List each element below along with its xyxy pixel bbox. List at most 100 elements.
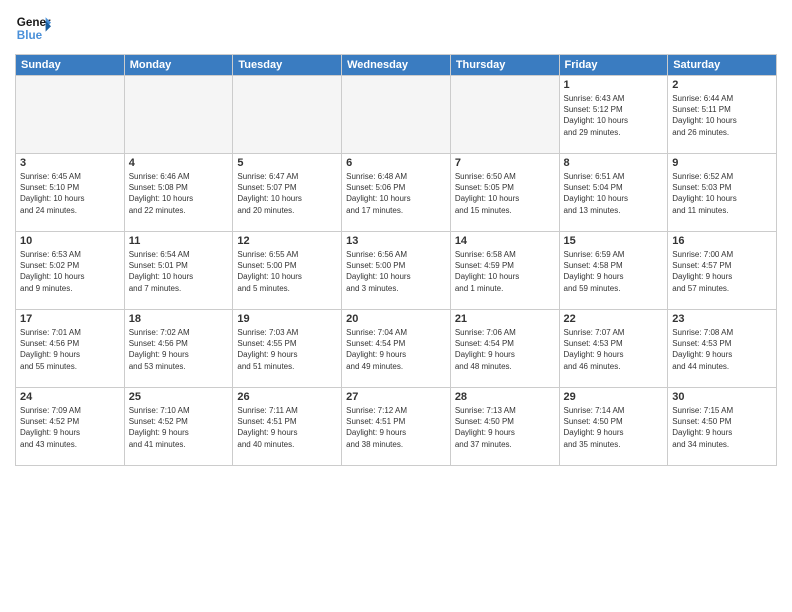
day-number: 22 xyxy=(564,313,664,325)
calendar-cell: 28 Sunrise: 7:13 AM Sunset: 4:50 PM Dayli… xyxy=(450,388,559,466)
day-number: 2 xyxy=(672,79,772,91)
day-number: 18 xyxy=(129,313,229,325)
calendar-cell xyxy=(124,76,233,154)
day-info: Sunrise: 7:01 AM Sunset: 4:56 PM Dayligh… xyxy=(20,327,120,372)
day-number: 21 xyxy=(455,313,555,325)
day-info: Sunrise: 7:07 AM Sunset: 4:53 PM Dayligh… xyxy=(564,327,664,372)
calendar-cell: 26Sunrise: 7:11 AM Sunset: 4:51 PM Dayli… xyxy=(233,388,342,466)
week-row-2: 10Sunrise: 6:53 AM Sunset: 5:02 PM Dayli… xyxy=(16,232,777,310)
day-info: Sunrise: 6:54 AM Sunset: 5:01 PM Dayligh… xyxy=(129,249,229,294)
day-number: 8 xyxy=(564,157,664,169)
svg-text:Blue: Blue xyxy=(17,29,43,42)
logo-icon: General Blue xyxy=(15,10,51,46)
calendar-cell: 5Sunrise: 6:47 AM Sunset: 5:07 PM Daylig… xyxy=(233,154,342,232)
day-info: Sunrise: 6:51 AM Sunset: 5:04 PM Dayligh… xyxy=(564,171,664,216)
calendar-cell: 6Sunrise: 6:48 AM Sunset: 5:06 PM Daylig… xyxy=(342,154,451,232)
week-row-3: 17 Sunrise: 7:01 AM Sunset: 4:56 PM Dayli… xyxy=(16,310,777,388)
calendar-cell: 4 Sunrise: 6:46 AM Sunset: 5:08 PM Daylig… xyxy=(124,154,233,232)
calendar-cell: 9Sunrise: 6:52 AM Sunset: 5:03 PM Daylig… xyxy=(668,154,777,232)
day-number: 28 xyxy=(455,391,555,403)
day-info: Sunrise: 7:02 AM Sunset: 4:56 PM Dayligh… xyxy=(129,327,229,372)
calendar-cell: 2 Sunrise: 6:44 AM Sunset: 5:11 PM Daylig… xyxy=(668,76,777,154)
calendar-cell xyxy=(233,76,342,154)
day-number: 17 xyxy=(20,313,120,325)
week-row-0: 1 Sunrise: 6:43 AM Sunset: 5:12 PM Daylig… xyxy=(16,76,777,154)
calendar-cell: 12 Sunrise: 6:55 AM Sunset: 5:00 PM Dayli… xyxy=(233,232,342,310)
day-info: Sunrise: 6:43 AM Sunset: 5:12 PM Dayligh… xyxy=(564,93,664,138)
day-number: 14 xyxy=(455,235,555,247)
day-info: Sunrise: 6:44 AM Sunset: 5:11 PM Dayligh… xyxy=(672,93,772,138)
day-info: Sunrise: 7:04 AM Sunset: 4:54 PM Dayligh… xyxy=(346,327,446,372)
day-number: 13 xyxy=(346,235,446,247)
day-number: 29 xyxy=(564,391,664,403)
day-info: Sunrise: 6:56 AM Sunset: 5:00 PM Dayligh… xyxy=(346,249,446,294)
day-number: 16 xyxy=(672,235,772,247)
day-number: 4 xyxy=(129,157,229,169)
day-info: Sunrise: 7:00 AM Sunset: 4:57 PM Dayligh… xyxy=(672,249,772,294)
day-info: Sunrise: 7:13 AM Sunset: 4:50 PM Dayligh… xyxy=(455,405,555,450)
calendar-cell: 8 Sunrise: 6:51 AM Sunset: 5:04 PM Daylig… xyxy=(559,154,668,232)
calendar-cell: 24Sunrise: 7:09 AM Sunset: 4:52 PM Dayli… xyxy=(16,388,125,466)
day-info: Sunrise: 7:15 AM Sunset: 4:50 PM Dayligh… xyxy=(672,405,772,450)
day-info: Sunrise: 6:55 AM Sunset: 5:00 PM Dayligh… xyxy=(237,249,337,294)
day-number: 20 xyxy=(346,313,446,325)
day-info: Sunrise: 7:12 AM Sunset: 4:51 PM Dayligh… xyxy=(346,405,446,450)
day-info: Sunrise: 6:47 AM Sunset: 5:07 PM Dayligh… xyxy=(237,171,337,216)
day-number: 3 xyxy=(20,157,120,169)
day-info: Sunrise: 7:10 AM Sunset: 4:52 PM Dayligh… xyxy=(129,405,229,450)
page-container: General Blue SundayMondayTuesdayWednesda… xyxy=(0,0,792,612)
calendar-table: SundayMondayTuesdayWednesdayThursdayFrid… xyxy=(15,54,777,466)
day-number: 12 xyxy=(237,235,337,247)
day-number: 1 xyxy=(564,79,664,91)
calendar-cell: 23Sunrise: 7:08 AM Sunset: 4:53 PM Dayli… xyxy=(668,310,777,388)
header: General Blue xyxy=(15,10,777,46)
day-number: 11 xyxy=(129,235,229,247)
day-number: 26 xyxy=(237,391,337,403)
calendar-cell: 20 Sunrise: 7:04 AM Sunset: 4:54 PM Dayli… xyxy=(342,310,451,388)
calendar-cell: 13 Sunrise: 6:56 AM Sunset: 5:00 PM Dayli… xyxy=(342,232,451,310)
calendar-cell: 30 Sunrise: 7:15 AM Sunset: 4:50 PM Dayli… xyxy=(668,388,777,466)
day-number: 30 xyxy=(672,391,772,403)
day-info: Sunrise: 7:03 AM Sunset: 4:55 PM Dayligh… xyxy=(237,327,337,372)
calendar-cell: 7 Sunrise: 6:50 AM Sunset: 5:05 PM Daylig… xyxy=(450,154,559,232)
weekday-header-thursday: Thursday xyxy=(450,55,559,76)
week-row-4: 24Sunrise: 7:09 AM Sunset: 4:52 PM Dayli… xyxy=(16,388,777,466)
calendar-cell: 21 Sunrise: 7:06 AM Sunset: 4:54 PM Dayli… xyxy=(450,310,559,388)
day-info: Sunrise: 7:06 AM Sunset: 4:54 PM Dayligh… xyxy=(455,327,555,372)
calendar-cell: 29Sunrise: 7:14 AM Sunset: 4:50 PM Dayli… xyxy=(559,388,668,466)
week-row-1: 3 Sunrise: 6:45 AM Sunset: 5:10 PM Daylig… xyxy=(16,154,777,232)
calendar-cell: 16 Sunrise: 7:00 AM Sunset: 4:57 PM Dayli… xyxy=(668,232,777,310)
weekday-header-tuesday: Tuesday xyxy=(233,55,342,76)
day-info: Sunrise: 6:46 AM Sunset: 5:08 PM Dayligh… xyxy=(129,171,229,216)
calendar-cell: 25 Sunrise: 7:10 AM Sunset: 4:52 PM Dayli… xyxy=(124,388,233,466)
calendar-cell xyxy=(450,76,559,154)
weekday-header-friday: Friday xyxy=(559,55,668,76)
weekday-header-wednesday: Wednesday xyxy=(342,55,451,76)
calendar-cell: 3 Sunrise: 6:45 AM Sunset: 5:10 PM Daylig… xyxy=(16,154,125,232)
day-number: 27 xyxy=(346,391,446,403)
day-info: Sunrise: 6:48 AM Sunset: 5:06 PM Dayligh… xyxy=(346,171,446,216)
day-number: 23 xyxy=(672,313,772,325)
day-number: 19 xyxy=(237,313,337,325)
calendar-cell: 14Sunrise: 6:58 AM Sunset: 4:59 PM Dayli… xyxy=(450,232,559,310)
weekday-header-saturday: Saturday xyxy=(668,55,777,76)
calendar-cell: 10Sunrise: 6:53 AM Sunset: 5:02 PM Dayli… xyxy=(16,232,125,310)
weekday-header-row: SundayMondayTuesdayWednesdayThursdayFrid… xyxy=(16,55,777,76)
day-number: 24 xyxy=(20,391,120,403)
day-number: 25 xyxy=(129,391,229,403)
calendar-cell xyxy=(16,76,125,154)
day-info: Sunrise: 6:50 AM Sunset: 5:05 PM Dayligh… xyxy=(455,171,555,216)
day-info: Sunrise: 6:59 AM Sunset: 4:58 PM Dayligh… xyxy=(564,249,664,294)
calendar-cell: 11 Sunrise: 6:54 AM Sunset: 5:01 PM Dayli… xyxy=(124,232,233,310)
calendar-cell: 17 Sunrise: 7:01 AM Sunset: 4:56 PM Dayli… xyxy=(16,310,125,388)
calendar-cell xyxy=(342,76,451,154)
day-info: Sunrise: 6:53 AM Sunset: 5:02 PM Dayligh… xyxy=(20,249,120,294)
day-info: Sunrise: 6:45 AM Sunset: 5:10 PM Dayligh… xyxy=(20,171,120,216)
weekday-header-sunday: Sunday xyxy=(16,55,125,76)
calendar-cell: 19 Sunrise: 7:03 AM Sunset: 4:55 PM Dayli… xyxy=(233,310,342,388)
calendar-cell: 27 Sunrise: 7:12 AM Sunset: 4:51 PM Dayli… xyxy=(342,388,451,466)
day-number: 15 xyxy=(564,235,664,247)
weekday-header-monday: Monday xyxy=(124,55,233,76)
logo: General Blue xyxy=(15,10,51,46)
day-number: 7 xyxy=(455,157,555,169)
